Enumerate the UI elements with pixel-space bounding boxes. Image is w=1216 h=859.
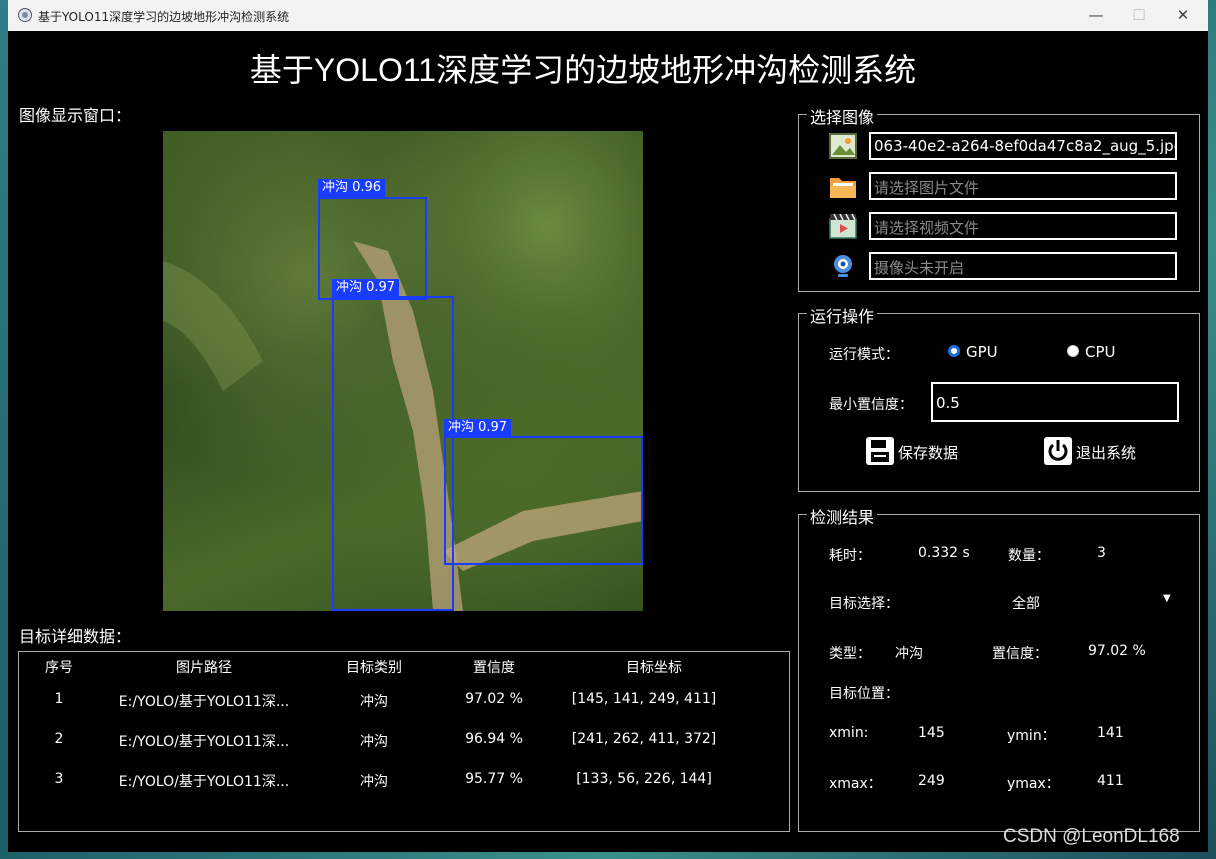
detections-table: 序号 图片路径 目标类别 置信度 目标坐标 1 E:/YOLO/基于YOLO11… <box>18 651 790 832</box>
cpu-radio[interactable] <box>1067 345 1079 357</box>
time-label: 耗时： <box>829 548 871 564</box>
time-value: 0.332 s <box>918 545 970 561</box>
xmin-label: xmin: <box>829 725 869 741</box>
cell-index: 1 <box>54 691 64 707</box>
cell-path: E:/YOLO/基于YOLO11深... <box>118 774 290 790</box>
terraces <box>163 261 263 391</box>
run-ops-group: 运行操作 运行模式： GPU CPU 最小置信度： 0.5 保存数据 退出系统 <box>798 303 1200 492</box>
count-label: 数量： <box>1008 548 1050 564</box>
bbox-label-1: 冲沟 0.96 <box>318 179 386 197</box>
select-image-group: 选择图像 063-40e2-a264-8ef0da47c8a2_aug_5.jp… <box>798 104 1200 292</box>
save-icon[interactable] <box>865 436 895 466</box>
result-conf-value: 97.02 % <box>1088 643 1146 659</box>
watermark: CSDN @LeonDL168 <box>1003 826 1180 847</box>
confidence-input[interactable]: 0.5 <box>931 382 1179 422</box>
confidence-label: 最小置信度： <box>829 397 913 413</box>
folder-field[interactable]: 请选择图片文件 <box>869 172 1177 200</box>
ymin-label: ymin： <box>1007 728 1056 744</box>
results-group: 检测结果 耗时： 0.332 s 数量： 3 目标选择： 全部 ▼ 类型： 冲沟… <box>798 504 1200 832</box>
close-button[interactable]: ✕ <box>1165 3 1201 27</box>
bbox-label-2: 冲沟 0.97 <box>332 279 400 297</box>
maximize-button[interactable]: ☐ <box>1121 3 1157 27</box>
cell-class: 冲沟 <box>360 774 388 790</box>
header-confidence: 置信度 <box>473 660 515 676</box>
image-panel-label: 图像显示窗口： <box>19 106 132 125</box>
gpu-label[interactable]: GPU <box>966 343 998 361</box>
table-label: 目标详细数据： <box>19 627 132 646</box>
target-select-value[interactable]: 全部 <box>1012 593 1040 613</box>
window-title: 基于YOLO11深度学习的边坡地形冲沟检测系统 <box>38 10 290 24</box>
minimize-button[interactable]: — <box>1078 3 1114 27</box>
title-bar: 基于YOLO11深度学习的边坡地形冲沟检测系统 — ☐ ✕ <box>8 0 1208 31</box>
cell-index: 3 <box>54 771 64 787</box>
header-index: 序号 <box>45 660 73 676</box>
target-select-label: 目标选择： <box>829 596 899 612</box>
folder-icon[interactable] <box>829 173 857 199</box>
run-ops-title: 运行操作 <box>807 303 878 327</box>
cell-path: E:/YOLO/基于YOLO11深... <box>118 734 290 750</box>
gpu-radio[interactable] <box>948 345 960 357</box>
cell-class: 冲沟 <box>360 694 388 710</box>
video-icon[interactable] <box>829 213 857 239</box>
cell-class: 冲沟 <box>360 734 388 750</box>
type-label: 类型： <box>829 646 871 662</box>
cell-coords: [133, 56, 226, 144] <box>576 771 712 787</box>
app-window: 基于YOLO11深度学习的边坡地形冲沟检测系统 — ☐ ✕ 基于YOLO11深度… <box>8 0 1208 852</box>
ymax-label: ymax： <box>1007 776 1060 792</box>
chevron-down-icon[interactable]: ▼ <box>1163 593 1171 604</box>
xmax-label: xmax： <box>829 776 882 792</box>
cell-coords: [145, 141, 249, 411] <box>571 691 717 707</box>
header-coords: 目标坐标 <box>626 660 682 676</box>
cell-path: E:/YOLO/基于YOLO11深... <box>118 694 290 710</box>
xmin-value: 145 <box>918 725 945 741</box>
app-title: 基于YOLO11深度学习的边坡地形冲沟检测系统 <box>249 52 917 88</box>
save-button[interactable]: 保存数据 <box>898 442 958 463</box>
type-value: 冲沟 <box>895 646 923 662</box>
power-icon[interactable] <box>1043 436 1073 466</box>
count-value: 3 <box>1097 545 1106 561</box>
header-class: 目标类别 <box>346 660 402 676</box>
cell-coords: [241, 262, 411, 372] <box>571 731 717 747</box>
bbox-3 <box>444 436 643 565</box>
header-path: 图片路径 <box>176 660 232 676</box>
video-field[interactable]: 请选择视频文件 <box>869 212 1177 240</box>
exit-button[interactable]: 退出系统 <box>1076 442 1136 463</box>
detection-image: 冲沟 0.96 冲沟 0.97 冲沟 0.97 <box>163 131 643 611</box>
image-file-field[interactable]: 063-40e2-a264-8ef0da47c8a2_aug_5.jpg <box>869 132 1177 160</box>
mode-label: 运行模式： <box>829 347 899 363</box>
result-conf-label: 置信度： <box>992 646 1048 662</box>
cpu-label[interactable]: CPU <box>1085 343 1116 361</box>
position-label: 目标位置： <box>829 686 899 702</box>
cell-index: 2 <box>54 731 64 747</box>
bbox-label-3: 冲沟 0.97 <box>444 419 512 437</box>
select-image-title: 选择图像 <box>807 104 878 128</box>
app-icon <box>18 8 32 22</box>
camera-field[interactable]: 摄像头未开启 <box>869 252 1177 280</box>
image-icon[interactable] <box>829 133 857 159</box>
bbox-2 <box>332 296 454 611</box>
ymax-value: 411 <box>1097 773 1124 789</box>
ymin-value: 141 <box>1097 725 1124 741</box>
xmax-value: 249 <box>918 773 945 789</box>
camera-icon[interactable] <box>829 253 857 279</box>
results-title: 检测结果 <box>807 504 878 528</box>
